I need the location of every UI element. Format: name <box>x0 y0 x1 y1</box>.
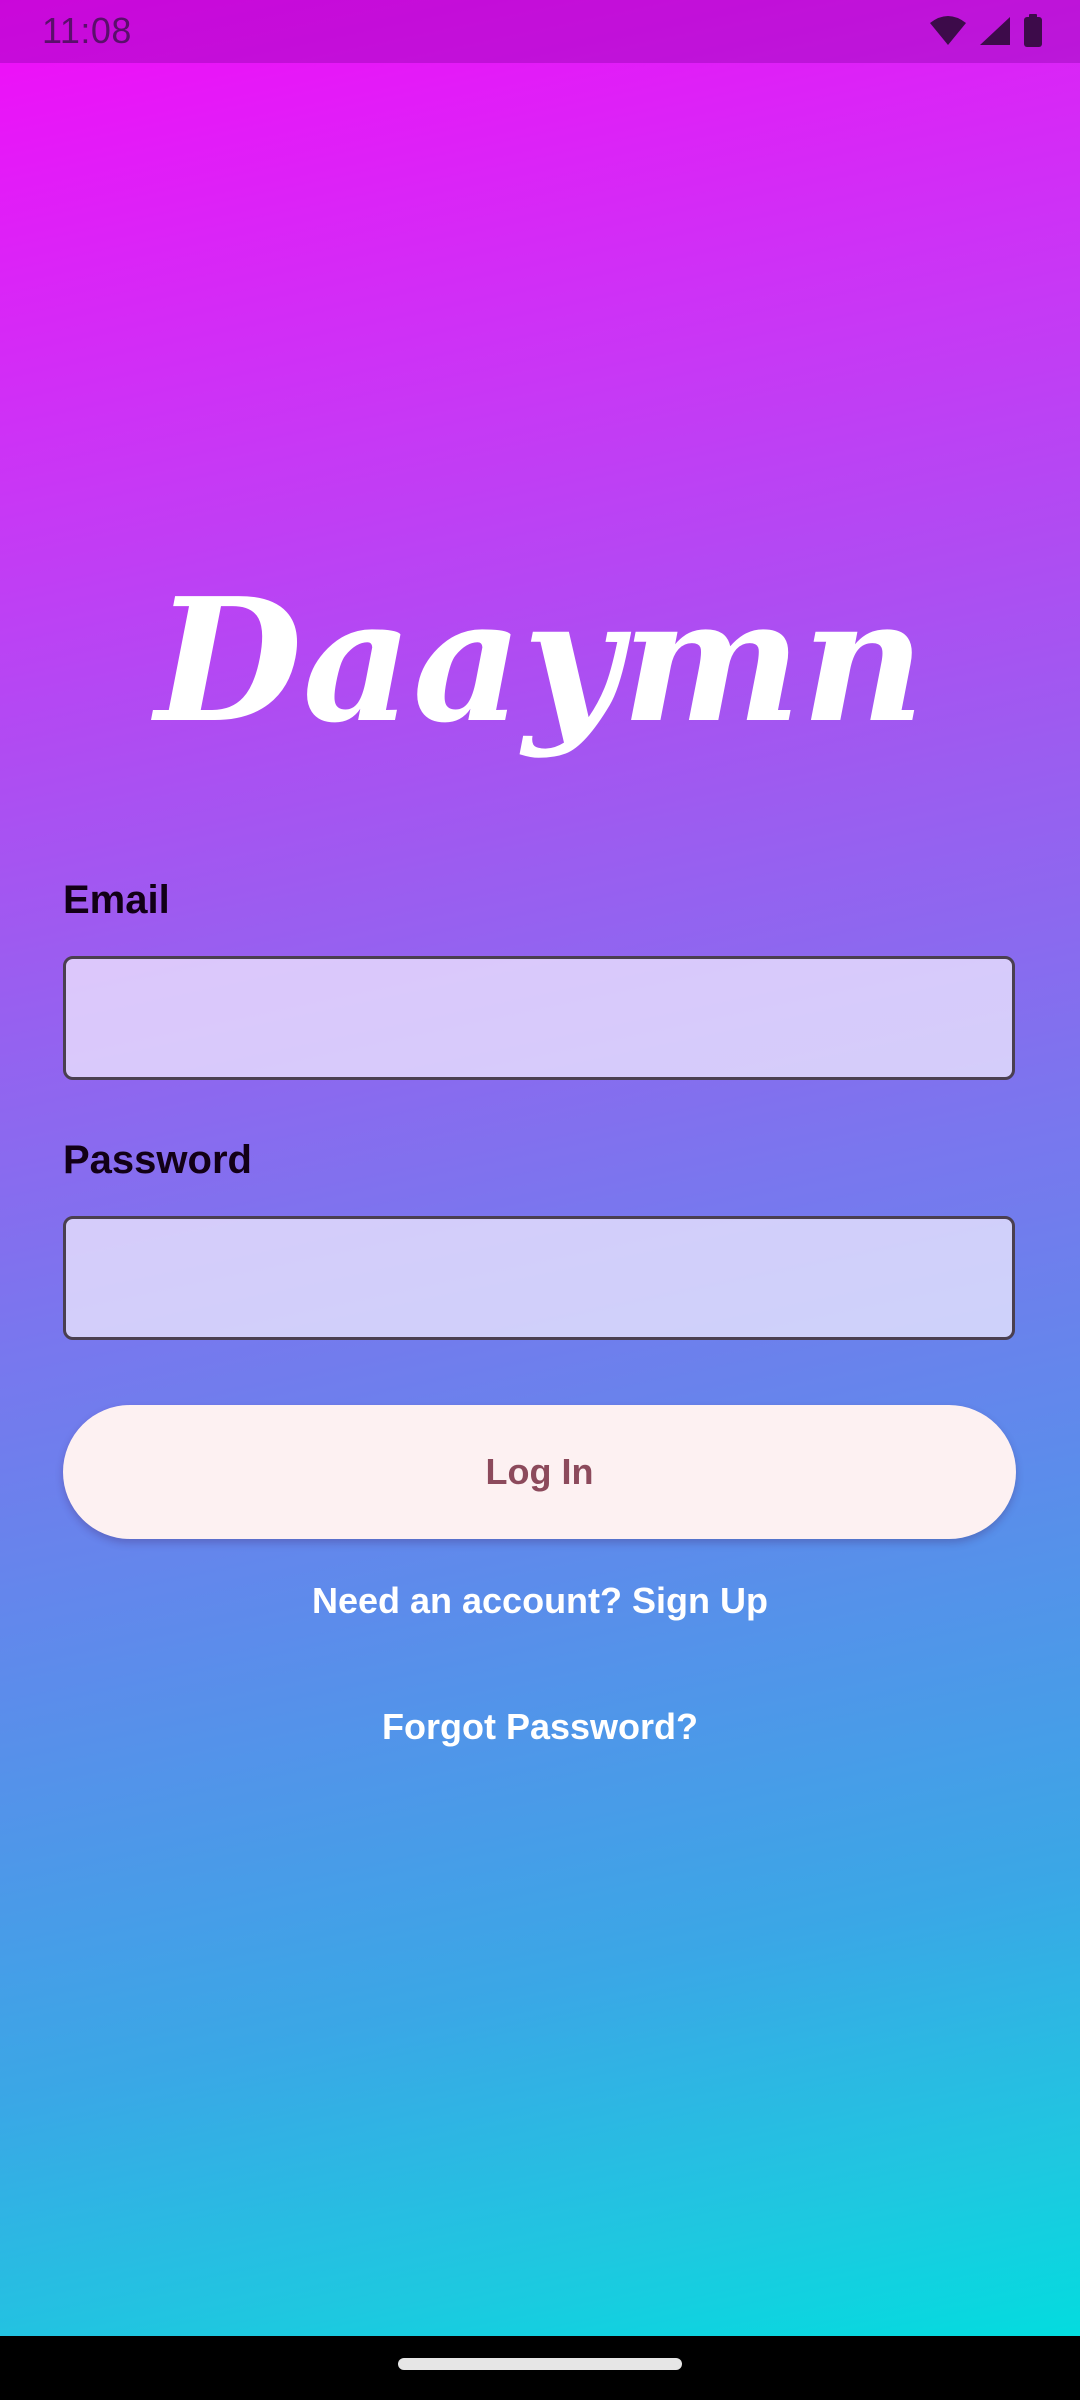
signal-icon <box>980 17 1010 45</box>
wifi-icon <box>930 16 966 45</box>
email-label: Email <box>63 878 170 922</box>
password-field-container[interactable] <box>63 1216 1015 1340</box>
login-button-label: Log In <box>485 1451 594 1492</box>
forgot-password-link[interactable]: Forgot Password? <box>0 1706 1080 1748</box>
email-field[interactable] <box>66 959 1012 1077</box>
password-field[interactable] <box>66 1219 1012 1337</box>
password-label: Password <box>63 1138 252 1182</box>
status-bar: 11:08 <box>0 0 1080 63</box>
app-logo: Daaymn <box>151 561 925 761</box>
status-icons <box>928 14 1044 48</box>
login-button[interactable]: Log In <box>63 1405 1016 1539</box>
signup-link[interactable]: Need an account? Sign Up <box>0 1580 1080 1622</box>
home-gesture-handle[interactable] <box>398 2358 682 2370</box>
battery-icon <box>1024 14 1042 47</box>
login-screen: 11:08 Daaymn Email Password Log In Need … <box>0 0 1080 2336</box>
email-field-container[interactable] <box>63 956 1015 1080</box>
status-time: 11:08 <box>42 10 132 51</box>
app-logo-text: Daaymn <box>151 561 925 761</box>
